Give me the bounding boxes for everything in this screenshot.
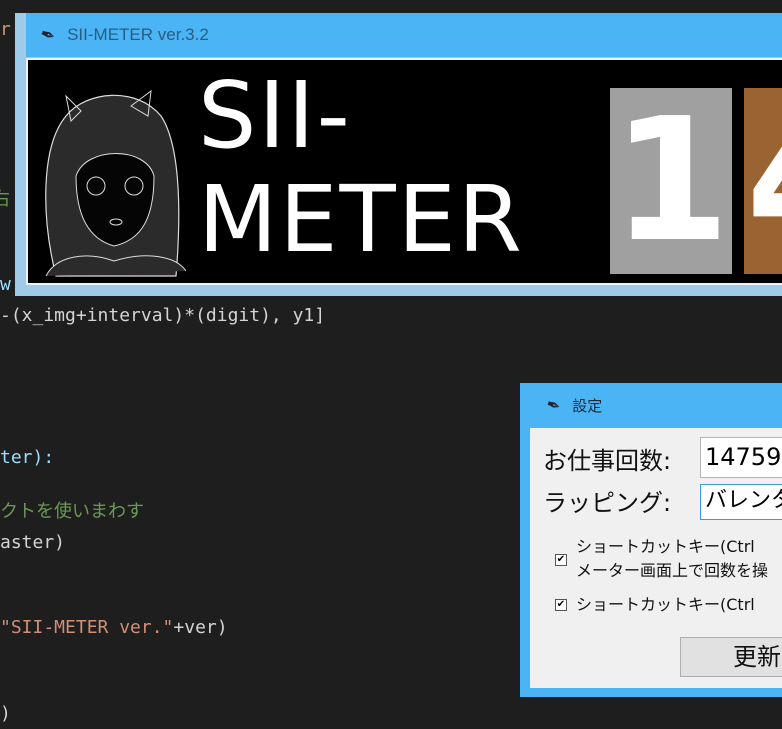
logo-line: METER xyxy=(198,166,524,273)
checkbox-label-line: ショートカットキー(Ctrl xyxy=(576,537,755,556)
settings-dialog: ✒ 設定 お仕事回数: 14759 ラッピング: バレンタ ✔ ショートカットキ… xyxy=(520,383,782,697)
logo-line: SII- xyxy=(198,62,352,169)
code-line: ) xyxy=(0,703,11,724)
meter-window: ✒ SII-METER ver.3.2 SII-METER 1 4 xyxy=(15,13,782,296)
app-logo: SII- METER xyxy=(198,64,524,272)
code-line: "SII-METER ver."+ver) xyxy=(0,617,228,639)
feather-icon: ✒ xyxy=(543,393,564,418)
code-string: "SII-METER ver." xyxy=(0,617,174,638)
code-fragment: 右 xyxy=(0,189,10,210)
code-line: ter): xyxy=(0,447,55,468)
code-comment: クトを使いまわす xyxy=(0,501,144,522)
update-button[interactable]: 更新 xyxy=(680,637,782,677)
shortcut-checkbox-2[interactable]: ✔ xyxy=(555,599,567,611)
code-text: +ver) xyxy=(173,617,228,638)
count-label: お仕事回数: xyxy=(543,447,672,475)
feather-icon: ✒ xyxy=(36,22,59,48)
counter-digit: 4 xyxy=(744,88,782,274)
dialog-body: お仕事回数: 14759 ラッピング: バレンタ ✔ ショートカットキー(Ctr… xyxy=(530,428,782,688)
wrapping-select[interactable]: バレンタ xyxy=(700,484,782,520)
title-bar[interactable]: ✒ SII-METER ver.3.2 xyxy=(26,13,782,57)
shortcut-checkbox-1[interactable]: ✔ xyxy=(555,554,567,566)
code-line: -(x_img+interval)*(digit), y1] xyxy=(0,305,326,326)
checkbox-label: ショートカットキー(Ctrl メーター画面上で回数を操 xyxy=(576,535,768,583)
code-fragment: r xyxy=(0,19,11,40)
character-illustration xyxy=(45,89,186,277)
count-input[interactable]: 14759 xyxy=(700,437,782,478)
window-title: SII-METER ver.3.2 xyxy=(67,25,209,44)
dialog-title: 設定 xyxy=(572,398,603,415)
code-line: aster) xyxy=(0,532,66,553)
code-fragment: w xyxy=(0,274,11,295)
wrapping-label: ラッピング: xyxy=(543,489,672,517)
dialog-title-bar[interactable]: ✒ 設定 xyxy=(520,383,782,428)
checkbox-label: ショートカットキー(Ctrl xyxy=(576,595,755,614)
meter-canvas[interactable]: SII-METER 1 4 xyxy=(26,58,782,285)
checkbox-label-line: メーター画面上で回数を操 xyxy=(576,561,769,580)
counter-digit: 1 xyxy=(610,82,732,280)
